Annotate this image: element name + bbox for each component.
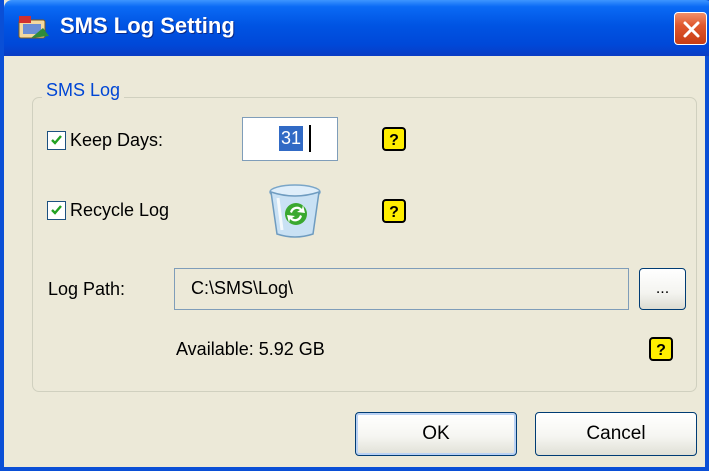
log-path-label: Log Path:	[48, 279, 126, 299]
window-title: SMS Log Setting	[60, 13, 235, 38]
svg-text:?: ?	[389, 132, 399, 149]
help-icon[interactable]: ?	[382, 199, 406, 223]
checkmark-icon	[51, 205, 62, 215]
recycle-log-checkbox[interactable]	[47, 201, 66, 220]
title-bar[interactable]: SMS Log Setting	[4, 0, 709, 56]
close-icon	[683, 21, 700, 38]
help-icon[interactable]: ?	[382, 127, 406, 151]
close-button[interactable]	[674, 12, 707, 45]
dialog-window: SMS Log Setting SMS Log Keep Days: 31 ? …	[0, 0, 709, 471]
keep-days-input[interactable]: 31	[242, 117, 338, 161]
group-label: SMS Log	[42, 80, 125, 101]
recycle-log-label: Recycle Log	[70, 200, 170, 220]
ok-button[interactable]: OK	[355, 412, 517, 456]
help-icon[interactable]: ?	[649, 337, 673, 361]
browse-button[interactable]: ...	[639, 268, 686, 310]
cancel-button[interactable]: Cancel	[535, 412, 697, 456]
available-space-text: Available: 5.92 GB	[176, 339, 325, 359]
keep-days-label: Keep Days:	[70, 130, 164, 150]
svg-text:?: ?	[389, 204, 399, 221]
keep-days-checkbox[interactable]	[47, 131, 66, 150]
recycle-bin-icon	[269, 184, 321, 238]
sms-app-icon	[18, 16, 49, 39]
checkmark-icon	[51, 135, 62, 145]
log-path-field[interactable]: C:\SMS\Log\	[174, 268, 629, 310]
svg-text:?: ?	[656, 342, 666, 359]
keep-days-value: 31	[279, 126, 304, 151]
text-caret	[309, 125, 311, 152]
